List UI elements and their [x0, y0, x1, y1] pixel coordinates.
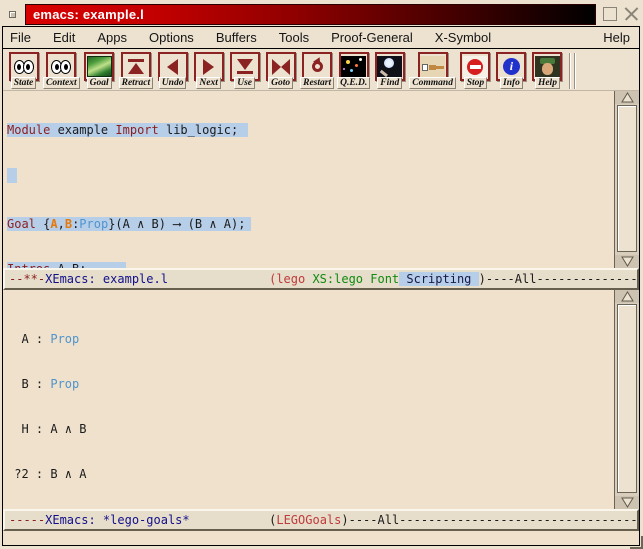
menu-edit[interactable]: Edit — [53, 30, 75, 45]
scroll-down-arrow[interactable] — [615, 255, 639, 268]
modeline-xsymbol-mode[interactable]: XS:lego Font — [305, 272, 399, 286]
toolbar-button-restart[interactable]: Restart — [300, 52, 334, 89]
toolbar-label: Undo — [159, 77, 187, 89]
menu-x-symbol[interactable]: X-Symbol — [435, 30, 491, 45]
toolbar-button-retract[interactable]: Retract — [119, 52, 154, 89]
maximize-button[interactable] — [603, 7, 617, 21]
toolbar-button-state[interactable]: State — [7, 52, 40, 89]
toolbar-button-undo[interactable]: Undo — [156, 52, 189, 89]
scrollbar-thumb[interactable] — [617, 105, 637, 252]
modeline-goals: -----XEmacs: *lego-goals* (LEGOGoals)---… — [3, 509, 639, 531]
toolbar-label: Next — [196, 77, 220, 89]
toolbar-label: State — [11, 77, 37, 89]
toolbar-label: Help — [535, 77, 560, 89]
toolbar-button-use[interactable]: Use — [228, 52, 261, 89]
script-line: Module example Import lib_logic; — [7, 123, 614, 138]
modeline-script: --**-XEmacs: example.l (lego XS:lego Fon… — [3, 268, 639, 290]
toolbar-separator — [569, 53, 570, 89]
toolbar: State Context Goal Retract Undo Next — [3, 49, 639, 91]
window-title: emacs: example.l — [26, 7, 144, 22]
modeline-position: ----All---------------------------------… — [486, 272, 639, 286]
toolbar-label: Info — [500, 77, 523, 89]
toolbar-separator — [574, 53, 575, 89]
goals-line: ?2 : B ∧ A — [7, 467, 614, 482]
scroll-down-arrow[interactable] — [615, 496, 639, 509]
scrollbar-track[interactable] — [615, 303, 639, 496]
script-buffer[interactable]: Module example Import lib_logic; Goal {A… — [3, 91, 614, 268]
modeline-buffer-id: XEmacs: example.l — [45, 272, 168, 286]
menu-buffers[interactable]: Buffers — [216, 30, 257, 45]
toolbar-button-command[interactable]: Command — [409, 52, 456, 89]
toolbar-label: Find — [377, 77, 402, 89]
toolbar-label: Stop — [464, 77, 487, 89]
goals-line: A : Prop — [7, 332, 614, 347]
menu-file[interactable]: File — [10, 30, 31, 45]
script-line: Goal {A,B:Prop}(A ∧ B) ⟶ (B ∧ A); — [7, 217, 614, 232]
modeline-modified-flags: --**- — [9, 272, 45, 286]
goals-line: B : Prop — [7, 377, 614, 392]
toolbar-label: Goto — [268, 77, 293, 89]
goals-line: H : A ∧ B — [7, 422, 614, 437]
xemacs-window: emacs: example.l File Edit Apps Options … — [0, 0, 643, 549]
toolbar-button-next[interactable]: Next — [192, 52, 225, 89]
titlebar[interactable]: emacs: example.l — [25, 4, 596, 25]
goals-buffer[interactable]: A : Prop B : Prop H : A ∧ B ?2 : B ∧ A — [3, 290, 614, 509]
scrollbar-track[interactable] — [615, 104, 639, 255]
modeline-major-mode[interactable]: (lego — [269, 272, 305, 286]
menu-apps[interactable]: Apps — [97, 30, 127, 45]
resize-corner[interactable] — [630, 536, 643, 549]
menu-options[interactable]: Options — [149, 30, 194, 45]
minibuffer[interactable] — [3, 531, 639, 545]
toolbar-button-goal[interactable]: Goal — [83, 52, 116, 89]
script-line — [7, 168, 614, 187]
toolbar-label: Goal — [87, 77, 112, 89]
modeline-buffer-id: XEmacs: *lego-goals* — [45, 513, 190, 527]
toolbar-label: Context — [43, 77, 80, 89]
toolbar-label: Use — [234, 77, 255, 89]
scroll-up-arrow[interactable] — [615, 91, 639, 104]
toolbar-label: Restart — [300, 77, 334, 89]
scroll-up-arrow[interactable] — [615, 290, 639, 303]
toolbar-button-goto[interactable]: Goto — [264, 52, 297, 89]
menu-proof-general[interactable]: Proof-General — [331, 30, 413, 45]
menu-tools[interactable]: Tools — [279, 30, 309, 45]
toolbar-button-find[interactable]: Find — [373, 52, 406, 89]
menu-help[interactable]: Help — [603, 30, 630, 45]
goals-scrollbar — [614, 290, 639, 509]
toolbar-label: Command — [409, 77, 456, 89]
toolbar-button-help[interactable]: Help — [531, 52, 564, 89]
toolbar-button-info[interactable]: i Info — [495, 52, 528, 89]
toolbar-button-stop[interactable]: Stop — [459, 52, 492, 89]
toolbar-label: Q.E.D. — [337, 77, 370, 89]
modeline-position: )----All--------------------------------… — [341, 513, 639, 527]
scrollbar-thumb[interactable] — [617, 304, 637, 493]
titlebar-row: emacs: example.l — [2, 3, 641, 25]
toolbar-button-context[interactable]: Context — [43, 52, 80, 89]
close-button[interactable] — [624, 7, 638, 21]
modeline-major-mode[interactable]: LEGOGoals — [276, 513, 341, 527]
script-scrollbar — [614, 91, 639, 268]
toolbar-label: Retract — [119, 77, 154, 89]
window-content: File Edit Apps Options Buffers Tools Pro… — [2, 26, 640, 546]
modeline-scripting-indicator[interactable]: Scripting — [399, 272, 478, 286]
menubar: File Edit Apps Options Buffers Tools Pro… — [3, 27, 639, 49]
window-menu-button[interactable] — [9, 11, 16, 18]
modeline-modified-flags: ----- — [9, 513, 45, 527]
toolbar-button-qed[interactable]: Q.E.D. — [337, 52, 370, 89]
